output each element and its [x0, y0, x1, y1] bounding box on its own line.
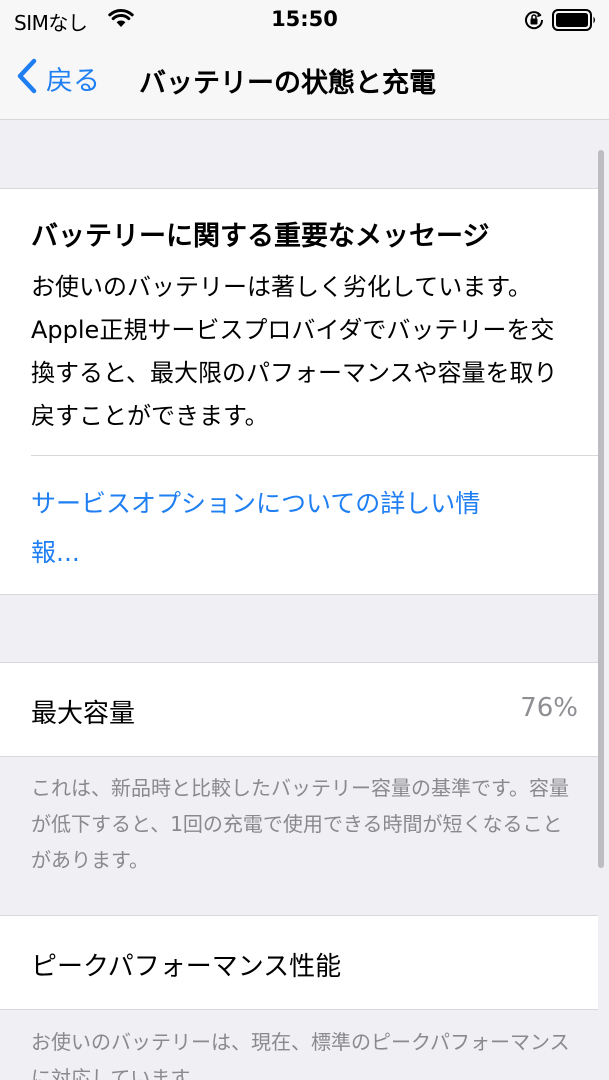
- capacity-footnote: これは、新品時と比較したバッテリー容量の基準です。容量が低下すると、1回の充電で…: [31, 776, 569, 872]
- page-title: バッテリーの状態と充電: [139, 68, 436, 99]
- capacity-value: 76%: [520, 693, 578, 723]
- maximum-capacity-row: 最大容量 76%: [0, 662, 598, 757]
- peak-performance-footnote: お使いのバッテリーは、現在、標準のピークパフォーマンスに対応しています。: [31, 1030, 570, 1080]
- service-options-link[interactable]: サービスオプションについての詳しい情報...: [31, 479, 511, 577]
- status-bar: SIMなし 15:50: [0, 0, 609, 40]
- capacity-label: 最大容量: [31, 699, 136, 729]
- divider: [31, 455, 598, 456]
- scroll-indicator[interactable]: [598, 150, 604, 868]
- chevron-left-icon: [16, 58, 38, 98]
- back-button[interactable]: 戻る: [16, 58, 100, 98]
- clock: 15:50: [271, 7, 338, 31]
- orientation-lock-icon: [523, 9, 545, 35]
- back-label: 戻る: [46, 65, 100, 97]
- peak-performance-row: ピークパフォーマンス性能: [0, 915, 598, 1010]
- message-body: お使いのバッテリーは著しく劣化しています。Apple正規サービスプロバイダでバッ…: [31, 273, 558, 430]
- peak-performance-label: ピークパフォーマンス性能: [31, 952, 342, 982]
- navigation-bar: 戻る バッテリーの状態と充電: [0, 40, 609, 120]
- battery-message-card: バッテリーに関する重要なメッセージ お使いのバッテリーは著しく劣化しています。A…: [0, 188, 598, 595]
- message-heading: バッテリーに関する重要なメッセージ: [31, 221, 490, 252]
- battery-icon: [552, 9, 598, 35]
